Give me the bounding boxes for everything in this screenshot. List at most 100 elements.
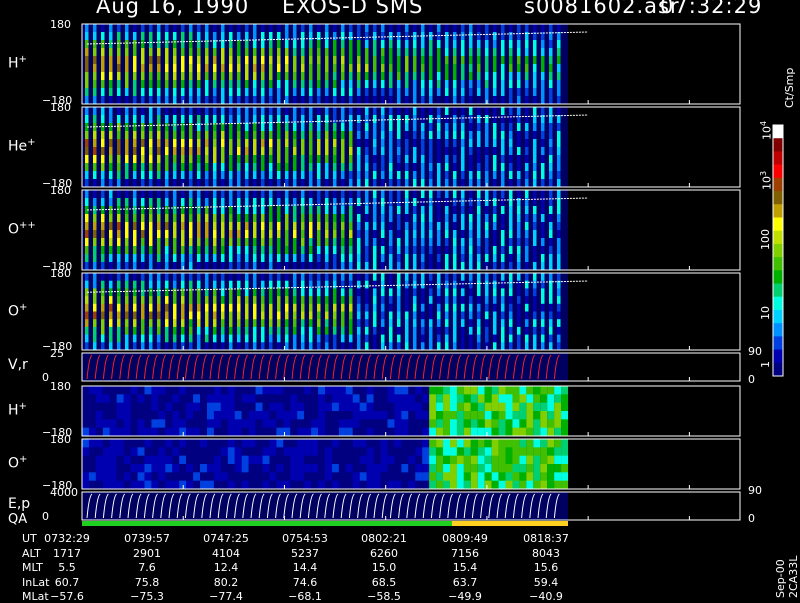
spectrogram-cell: [301, 311, 305, 320]
spectrogram-cell: [505, 439, 513, 448]
spectrogram-cell: [117, 107, 121, 116]
spectrogram-cell: [365, 296, 369, 305]
spectrogram-cell: [197, 64, 201, 73]
spectrogram-cell: [557, 72, 561, 81]
spectrogram-cell: [421, 24, 425, 33]
ephem-cell: 75.8: [134, 576, 160, 589]
spectrogram-cell: [415, 447, 423, 457]
spectrogram-cell: [197, 179, 201, 188]
spectrogram-cell: [421, 288, 425, 297]
spectrogram-cell: [449, 411, 457, 420]
spectrogram-cell: [541, 214, 545, 223]
spectrogram-cell: [269, 472, 277, 482]
spectrogram-cell: [173, 123, 177, 132]
spectrogram-cell: [325, 40, 329, 49]
spectrogram-cell: [277, 214, 281, 223]
spectrogram-cell: [255, 439, 263, 448]
spectrogram-cell: [125, 230, 129, 239]
spectrogram-cell: [269, 419, 277, 429]
spectrogram-cell: [181, 163, 185, 172]
spectrogram-cell: [338, 419, 346, 429]
spectrogram-cell: [117, 190, 121, 199]
spectrogram-cell: [422, 402, 430, 412]
spectrogram-cell: [149, 303, 153, 312]
spectrogram-cell: [405, 222, 409, 231]
spectrogram-cell: [453, 190, 457, 199]
spectrogram-cell: [401, 472, 409, 482]
spectrogram-cell: [526, 447, 534, 457]
spectrogram-cell: [133, 72, 137, 81]
spectrogram-cell: [144, 394, 152, 404]
spectrogram-cell: [109, 155, 113, 164]
spectrogram-cell: [485, 206, 489, 215]
spectrogram-cell: [533, 472, 541, 482]
spectrogram-cell: [493, 190, 497, 199]
spectrogram-cell: [165, 179, 169, 188]
spectrogram-cell: [405, 230, 409, 239]
spectrogram-cell: [151, 447, 159, 457]
spectrogram-cell: [533, 254, 537, 263]
spectrogram-cell: [461, 64, 465, 73]
spectrogram-cell: [158, 464, 166, 473]
spectrogram-cell: [493, 40, 497, 49]
spectrogram-cell: [557, 32, 561, 41]
spectrogram-cell: [493, 288, 497, 297]
spectrogram-cell: [277, 273, 281, 282]
spectrogram-cell: [205, 198, 209, 207]
panel-label-6: O+: [8, 454, 28, 472]
spectrogram-cell: [469, 147, 473, 156]
spectrogram-cell: [373, 56, 377, 65]
spectrogram-cell: [186, 464, 194, 473]
spectrogram-cell: [493, 280, 497, 289]
spectrogram-cell: [498, 386, 506, 395]
spectrogram-cell: [445, 326, 449, 336]
spectrogram-cell: [397, 139, 401, 148]
spectrogram-cell: [325, 123, 329, 132]
spectrogram-cell: [101, 64, 105, 73]
spectrogram-cell: [117, 238, 121, 247]
spectrogram-cell: [413, 296, 417, 305]
spectrogram-cell: [149, 230, 153, 239]
spectrogram-cell: [262, 455, 270, 465]
spectrogram-cell: [401, 447, 409, 457]
spectrogram-cell: [309, 326, 313, 336]
spectrogram-cell: [317, 342, 321, 351]
spectrogram-cell: [549, 107, 553, 116]
spectrogram-cell: [144, 402, 152, 412]
spectrogram-cell: [357, 139, 361, 148]
spectrogram-cell: [245, 24, 249, 33]
spectrogram-cell: [373, 147, 377, 156]
spectrogram-cell: [213, 230, 217, 239]
spectrogram-cell: [157, 198, 161, 207]
spectrogram-cell: [357, 179, 361, 188]
spectrogram-cell: [408, 386, 416, 395]
spectrogram-cell: [325, 80, 329, 89]
spectrogram-cell: [269, 480, 277, 490]
spectrogram-cell: [157, 115, 161, 124]
spectrogram-cell: [525, 238, 529, 247]
spectrogram-cell: [381, 64, 385, 73]
spectrogram-cell: [352, 464, 360, 473]
spectrogram-cell: [429, 342, 433, 351]
spectrogram-cell: [85, 342, 89, 351]
spectrogram-cell: [151, 439, 159, 448]
spectrogram-cell: [213, 303, 217, 312]
spectrogram-cell: [165, 171, 169, 180]
spectrogram-cell: [285, 171, 289, 180]
spectrogram-cell: [309, 319, 313, 328]
spectrogram-cell: [505, 419, 513, 429]
spectrogram-cell: [525, 326, 529, 336]
spectrogram-cell: [389, 238, 393, 247]
spectrogram-cell: [133, 254, 137, 263]
spectrogram-cell: [437, 24, 441, 33]
spectrogram-cell: [405, 288, 409, 297]
spectrogram-cell: [85, 179, 89, 188]
spectrogram-cell: [547, 386, 555, 395]
spectrogram-cell: [158, 402, 166, 412]
spectrogram-cell: [436, 419, 444, 429]
panel-right-bottom-7: 0: [748, 512, 755, 525]
spectrogram-cell: [82, 480, 89, 490]
spectrogram-cell: [333, 311, 337, 320]
spectrogram-cell: [373, 163, 377, 172]
spectrogram-cell: [200, 386, 208, 395]
